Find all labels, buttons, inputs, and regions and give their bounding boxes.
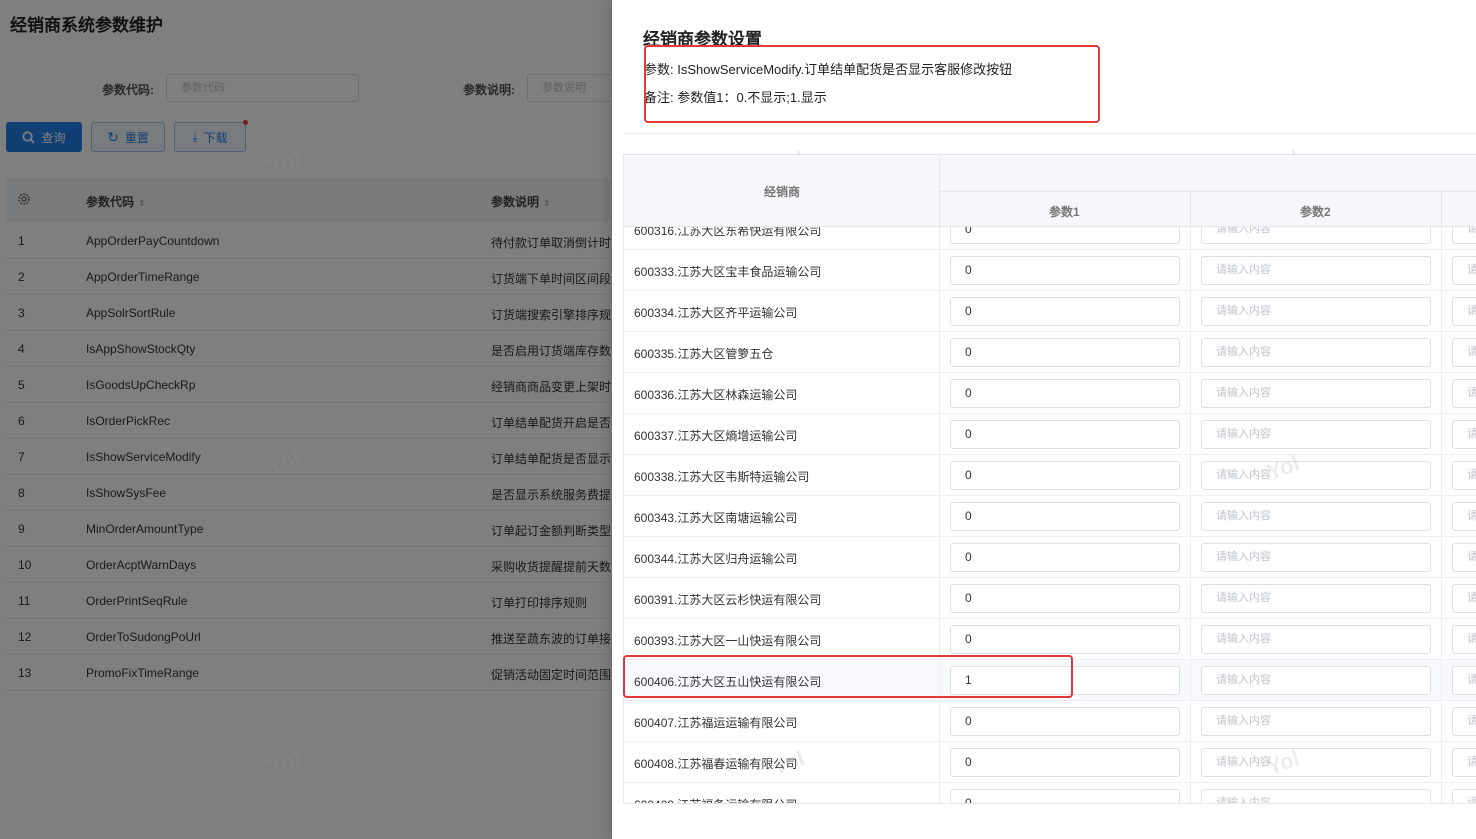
dealer-name: 600408.江苏福春运输有限公司	[634, 757, 798, 771]
grid-divider	[1190, 227, 1191, 803]
param2-input[interactable]: 请输入内容	[1201, 502, 1431, 531]
param1-input[interactable]: 0	[950, 227, 1180, 244]
dealer-name: 600344.江苏大区归舟运输公司	[634, 552, 798, 566]
dealer-row: 600391.江苏大区云杉快运有限公司 0 请输入内容请	[624, 578, 1476, 619]
header-param2: 参数2	[1190, 191, 1442, 227]
dealer-name: 600316.江苏大区东希快运有限公司	[634, 227, 822, 238]
dealer-param-grid: 600316.江苏大区东希快运有限公司0请输入内容请600333.江苏大区宝丰食…	[623, 154, 1476, 804]
header-param1: 参数1	[939, 191, 1191, 227]
dealer-row: 600338.江苏大区韦斯特运输公司 0 请输入内容请	[624, 455, 1476, 496]
param3-input[interactable]: 请	[1452, 584, 1476, 613]
param3-input[interactable]: 请	[1452, 543, 1476, 572]
dealer-row: 600407.江苏福运运输有限公司 0 请输入内容请	[624, 701, 1476, 742]
param3-input[interactable]: 请	[1452, 379, 1476, 408]
param3-input[interactable]: 请	[1452, 502, 1476, 531]
param2-input[interactable]: 请输入内容	[1201, 420, 1431, 449]
divider	[624, 133, 1476, 134]
dealer-row: 600344.江苏大区归舟运输公司 0 请输入内容请	[624, 537, 1476, 578]
dealer-name: 600391.江苏大区云杉快运有限公司	[634, 593, 822, 607]
param3-input[interactable]: 请	[1452, 297, 1476, 326]
dealer-name: 600343.江苏大区南塘运输公司	[634, 511, 798, 525]
header-dealer: 经销商	[624, 155, 940, 227]
grid-body[interactable]: 600316.江苏大区东希快运有限公司0请输入内容请600333.江苏大区宝丰食…	[624, 227, 1476, 803]
param3-input[interactable]: 请	[1452, 707, 1476, 736]
header-param2-label: 参数2	[1300, 205, 1331, 219]
dealer-row: 600333.江苏大区宝丰食品运输公司 0 请输入内容请	[624, 250, 1476, 291]
dealer-row: 600316.江苏大区东希快运有限公司 0 请输入内容 请	[624, 227, 1476, 250]
dealer-name: 600333.江苏大区宝丰食品运输公司	[634, 265, 822, 279]
dealer-row: 600409.江苏福条运输有限公司 0 请输入内容 请	[624, 783, 1476, 803]
param1-input[interactable]: 0	[950, 297, 1180, 326]
param1-input[interactable]: 0	[950, 461, 1180, 490]
param2-input[interactable]: 请输入内容	[1201, 707, 1431, 736]
annotation-box-info	[644, 45, 1100, 123]
dealer-name: 600334.江苏大区齐平运输公司	[634, 306, 798, 320]
dealer-row: 600335.江苏大区管箩五仓 0 请输入内容请	[624, 332, 1476, 373]
param2-input[interactable]: 请输入内容	[1201, 666, 1431, 695]
grid-divider	[939, 227, 940, 803]
param1-input[interactable]: 0	[950, 420, 1180, 449]
dealer-name: 600338.江苏大区韦斯特运输公司	[634, 470, 810, 484]
param1-input[interactable]: 0	[950, 379, 1180, 408]
param2-input[interactable]: 请输入内容	[1201, 789, 1431, 803]
param1-input[interactable]: 0	[950, 748, 1180, 777]
param1-input[interactable]: 0	[950, 502, 1180, 531]
param1-input[interactable]: 0	[950, 543, 1180, 572]
dealer-row: 600334.江苏大区齐平运输公司 0 请输入内容请	[624, 291, 1476, 332]
param2-input[interactable]: 请输入内容	[1201, 379, 1431, 408]
annotation-box-row	[623, 655, 1073, 698]
dealer-name: 600337.江苏大区熵增运输公司	[634, 429, 798, 443]
param2-input[interactable]: 请输入内容	[1201, 748, 1431, 777]
dealer-row: 600337.江苏大区熵增运输公司 0 请输入内容请	[624, 414, 1476, 455]
param3-input[interactable]: 请	[1452, 256, 1476, 285]
param1-input[interactable]: 0	[950, 256, 1180, 285]
param2-input[interactable]: 请输入内容	[1201, 338, 1431, 367]
param1-input[interactable]: 0	[950, 625, 1180, 654]
param3-input[interactable]: 请	[1452, 461, 1476, 490]
param2-input[interactable]: 请输入内容	[1201, 625, 1431, 654]
dealer-name: 600393.江苏大区一山快运有限公司	[634, 634, 822, 648]
dealer-name: 600335.江苏大区管箩五仓	[634, 347, 774, 361]
param3-input[interactable]: 请	[1452, 338, 1476, 367]
param3-input[interactable]: 请	[1452, 748, 1476, 777]
dealer-name: 600336.江苏大区林森运输公司	[634, 388, 798, 402]
param2-input[interactable]: 请输入内容	[1201, 543, 1431, 572]
param3-input[interactable]: 请	[1452, 227, 1476, 244]
param2-input[interactable]: 请输入内容	[1201, 297, 1431, 326]
param3-input[interactable]: 请	[1452, 625, 1476, 654]
header-param3	[1441, 191, 1476, 227]
dealer-row: 600408.江苏福春运输有限公司 0 请输入内容请	[624, 742, 1476, 783]
param2-input[interactable]: 请输入内容	[1201, 461, 1431, 490]
grid-divider	[1441, 227, 1442, 803]
param3-input[interactable]: 请	[1452, 789, 1476, 803]
param1-input[interactable]: 0	[950, 338, 1180, 367]
param1-input[interactable]: 0	[950, 789, 1180, 803]
header-dealer-label: 经销商	[764, 185, 801, 199]
param2-input[interactable]: 请输入内容	[1201, 227, 1431, 244]
header-param1-label: 参数1	[1049, 205, 1080, 219]
param2-input[interactable]: 请输入内容	[1201, 584, 1431, 613]
param1-input[interactable]: 0	[950, 707, 1180, 736]
dealer-name: 600407.江苏福运运输有限公司	[634, 716, 798, 730]
dealer-name: 600409.江苏福条运输有限公司	[634, 796, 797, 803]
param2-input[interactable]: 请输入内容	[1201, 256, 1431, 285]
param1-input[interactable]: 0	[950, 584, 1180, 613]
dealer-row: 600343.江苏大区南塘运输公司 0 请输入内容请	[624, 496, 1476, 537]
dealer-row: 600336.江苏大区林森运输公司 0 请输入内容请	[624, 373, 1476, 414]
param3-input[interactable]: 请	[1452, 420, 1476, 449]
dealer-param-drawer: 经销商参数设置 参数: IsShowServiceModify.订单结单配货是否…	[612, 0, 1476, 839]
grid-header: 经销商 参数1 参数2	[624, 155, 1476, 227]
dealer-row: 600393.江苏大区一山快运有限公司 0 请输入内容请	[624, 619, 1476, 660]
param3-input[interactable]: 请	[1452, 666, 1476, 695]
